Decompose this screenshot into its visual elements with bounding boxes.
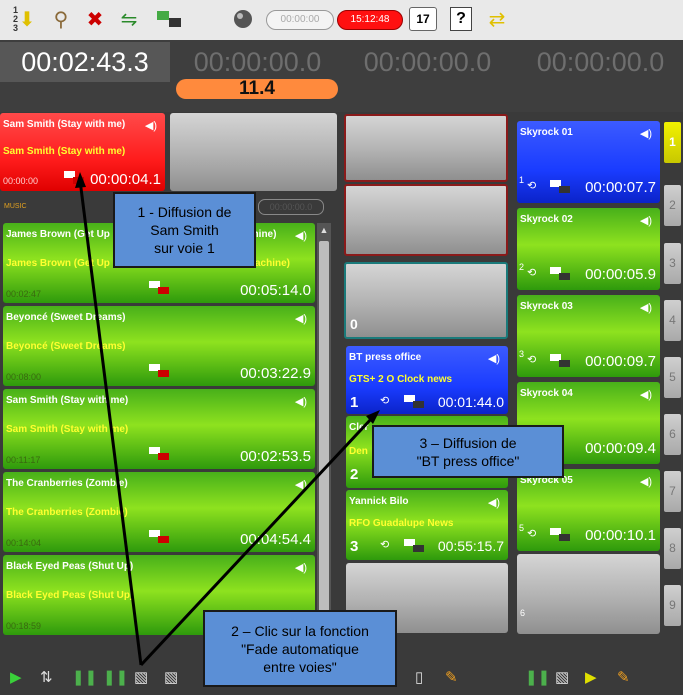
callout-1-line-1: 1 - Diffusion de xyxy=(137,204,232,220)
arrow-head-1 xyxy=(75,172,86,188)
callout-2-line-1: 2 – Clic sur la fonction xyxy=(231,622,369,639)
callout-3-line-1: 3 – Diffusion de xyxy=(419,434,517,451)
callout-1-line-2: Sam Smith xyxy=(150,222,219,238)
callout-2-line-2: "Fade automatique xyxy=(241,640,359,657)
callout-1-line-3: sur voie 1 xyxy=(154,240,215,256)
callout-3: 3 – Diffusion de "BT press office" xyxy=(372,425,564,478)
callout-1: 1 - Diffusion de Sam Smith sur voie 1 xyxy=(113,192,256,268)
callout-3-line-2: "BT press office" xyxy=(416,452,520,469)
annotation-arrows xyxy=(75,172,380,667)
callout-2-line-3: entre voies" xyxy=(263,658,337,675)
callout-2: 2 – Clic sur la fonction "Fade automatiq… xyxy=(203,610,397,687)
